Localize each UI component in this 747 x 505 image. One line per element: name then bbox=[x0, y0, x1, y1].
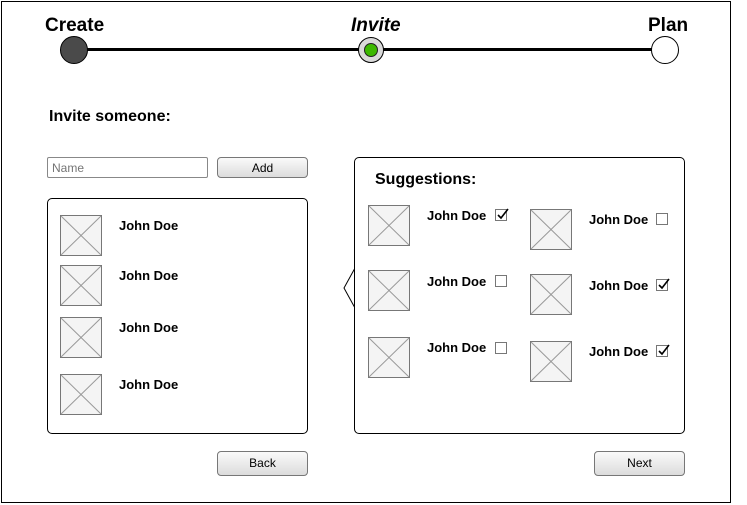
suggestion-checkbox[interactable] bbox=[656, 344, 670, 357]
step-label-invite: Invite bbox=[351, 15, 401, 36]
suggestion-name: John Doe bbox=[589, 278, 649, 293]
suggestions-heading: Suggestions: bbox=[375, 171, 477, 188]
step-plan-circle[interactable] bbox=[651, 36, 679, 64]
avatar-placeholder-icon bbox=[368, 270, 410, 311]
suggestion-checkbox[interactable] bbox=[495, 208, 509, 221]
avatar-placeholder-icon bbox=[530, 274, 572, 315]
suggestion-checkbox[interactable] bbox=[495, 275, 507, 287]
avatar-placeholder-icon bbox=[60, 265, 102, 306]
invitee-name: John Doe bbox=[119, 218, 179, 233]
avatar-placeholder-icon bbox=[530, 341, 572, 382]
avatar-placeholder-icon bbox=[60, 374, 102, 415]
suggestion-checkbox[interactable] bbox=[495, 342, 507, 354]
checkmark-icon bbox=[497, 208, 509, 220]
avatar-placeholder-icon bbox=[368, 337, 410, 378]
avatar-placeholder-icon bbox=[530, 209, 572, 250]
suggestion-checkbox[interactable] bbox=[656, 213, 668, 225]
checkmark-icon bbox=[658, 278, 670, 290]
suggestion-checkbox[interactable] bbox=[656, 278, 670, 291]
suggestion-name: John Doe bbox=[589, 212, 649, 227]
invitee-name: John Doe bbox=[119, 377, 179, 392]
avatar-placeholder-icon bbox=[60, 317, 102, 358]
avatar-placeholder-icon bbox=[368, 205, 410, 246]
avatar-placeholder-icon bbox=[60, 215, 102, 256]
step-create-circle[interactable] bbox=[60, 36, 88, 64]
step-label-create: Create bbox=[45, 15, 105, 36]
suggestion-name: John Doe bbox=[427, 274, 487, 289]
checkmark-icon bbox=[658, 344, 670, 356]
next-button[interactable]: Next bbox=[594, 451, 685, 476]
invitee-name: John Doe bbox=[119, 320, 179, 335]
suggestion-name: John Doe bbox=[589, 344, 649, 359]
step-label-plan: Plan bbox=[648, 15, 689, 36]
add-button[interactable]: Add bbox=[217, 157, 308, 178]
current-step-dot bbox=[364, 43, 378, 57]
invitee-name: John Doe bbox=[119, 268, 179, 283]
invite-heading: Invite someone: bbox=[49, 108, 171, 125]
name-input[interactable] bbox=[47, 157, 208, 178]
back-button[interactable]: Back bbox=[217, 451, 308, 476]
suggestion-name: John Doe bbox=[427, 208, 487, 223]
step-invite-circle[interactable] bbox=[358, 37, 384, 63]
suggestion-name: John Doe bbox=[427, 340, 487, 355]
